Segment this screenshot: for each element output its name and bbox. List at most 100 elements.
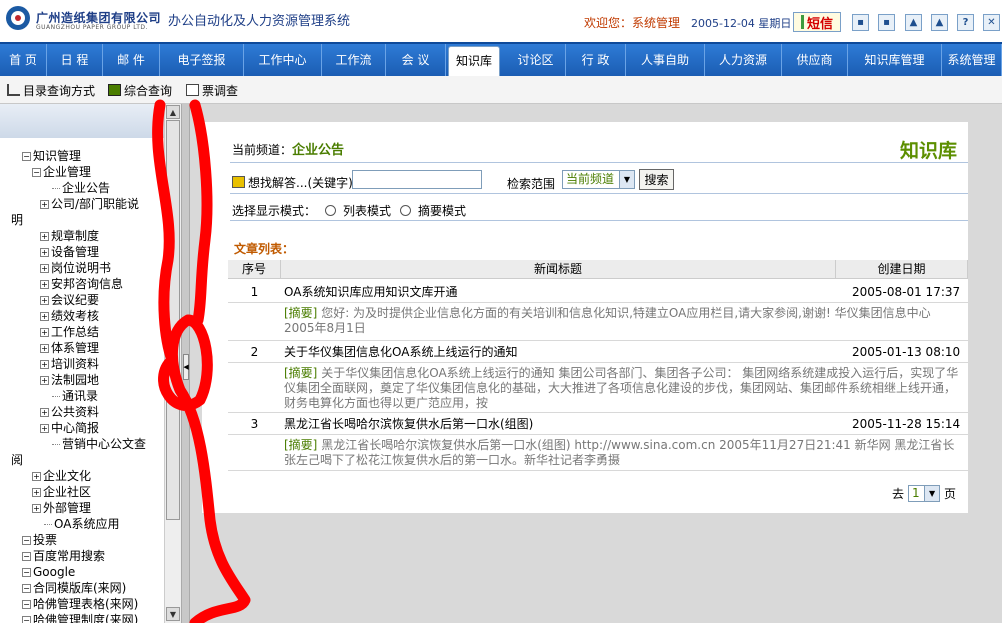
- nav-tab-5[interactable]: 工作流: [322, 44, 386, 76]
- scroll-thumb[interactable]: [166, 120, 180, 520]
- help-icon[interactable]: ?: [957, 14, 974, 31]
- tree-item[interactable]: − 投票: [22, 532, 57, 548]
- collapse-icon[interactable]: −: [22, 583, 31, 593]
- tree-item[interactable]: + 规章制度: [40, 228, 99, 244]
- tree-item[interactable]: 阅: [11, 452, 23, 468]
- summary-text: 黑龙江省长喝哈尔滨恢复供水后第一口水(组图) http://www.sina.c…: [284, 438, 955, 467]
- expand-icon[interactable]: +: [40, 423, 49, 433]
- expand-icon[interactable]: +: [40, 343, 49, 353]
- tree-item[interactable]: + 设备管理: [40, 244, 99, 260]
- close-icon[interactable]: ✕: [983, 14, 1000, 31]
- tree-item[interactable]: − 知识管理: [22, 148, 81, 164]
- tree-item[interactable]: + 中心简报: [40, 420, 99, 436]
- collapse-icon[interactable]: −: [22, 151, 31, 161]
- expand-icon[interactable]: +: [40, 199, 49, 209]
- combined-query-button[interactable]: 综合查询: [108, 81, 172, 99]
- tree-item[interactable]: − 哈佛管理表格(来网): [22, 596, 138, 612]
- tree-item[interactable]: − 合同模版库(来网): [22, 580, 126, 596]
- tree-item[interactable]: + 公司/部门职能说: [40, 196, 139, 212]
- nav-tab-1[interactable]: 日 程: [47, 44, 103, 76]
- directory-query-button[interactable]: 目录查询方式: [7, 81, 95, 99]
- article-title-link[interactable]: 关于华仪集团信息化OA系统上线运行的通知: [284, 343, 834, 361]
- article-title-link[interactable]: 黑龙江省长喝哈尔滨恢复供水后第一口水(组图): [284, 415, 834, 433]
- expand-icon[interactable]: +: [40, 231, 49, 241]
- collapse-icon[interactable]: −: [22, 599, 31, 609]
- tree-item[interactable]: + 岗位说明书: [40, 260, 111, 276]
- scroll-up-icon[interactable]: ▲: [166, 105, 180, 119]
- chevron-down-icon[interactable]: ▼: [924, 486, 940, 501]
- nav-tab-12[interactable]: 供应商: [782, 44, 848, 76]
- survey-button[interactable]: 票调查: [186, 81, 238, 99]
- expand-icon[interactable]: +: [40, 311, 49, 321]
- scope-select[interactable]: 当前频道 ▼: [562, 170, 635, 189]
- tree-item[interactable]: 通讯录: [52, 388, 98, 404]
- nav-tab-7[interactable]: 知识库: [448, 46, 500, 76]
- tree-item[interactable]: − 哈佛管理制度(来网): [22, 612, 138, 623]
- expand-icon[interactable]: +: [40, 263, 49, 273]
- collapse-icon[interactable]: −: [32, 167, 41, 177]
- nav-tab-11[interactable]: 人力资源: [705, 44, 782, 76]
- user-icon[interactable]: ▲: [931, 14, 948, 31]
- search-input[interactable]: [352, 170, 482, 189]
- nav-tab-0[interactable]: 首 页: [0, 44, 47, 76]
- nav-tab-2[interactable]: 邮 件: [103, 44, 160, 76]
- tree-item[interactable]: + 法制园地: [40, 372, 99, 388]
- article-title-link[interactable]: OA系统知识库应用知识文库开通: [284, 283, 834, 301]
- expand-icon[interactable]: +: [40, 279, 49, 289]
- tree-item[interactable]: − 百度常用搜索: [22, 548, 105, 564]
- nav-tab-14[interactable]: 系统管理: [942, 44, 1002, 76]
- page-select[interactable]: 1 ▼: [908, 485, 941, 502]
- nav-tab-13[interactable]: 知识库管理: [848, 44, 942, 76]
- tree-item[interactable]: 明: [11, 212, 23, 228]
- nav-tab-3[interactable]: 电子签报: [160, 44, 244, 76]
- tree-item[interactable]: + 公共资料: [40, 404, 99, 420]
- search-button[interactable]: 搜索: [639, 169, 674, 190]
- search-row: 想找解答...(关键字): [232, 172, 353, 192]
- collapse-icon[interactable]: −: [22, 551, 31, 561]
- nav-tab-10[interactable]: 人事自助: [626, 44, 705, 76]
- list-mode-radio[interactable]: [325, 205, 337, 216]
- expand-icon[interactable]: +: [40, 327, 49, 337]
- tree-item[interactable]: + 会议纪要: [40, 292, 99, 308]
- tree-item[interactable]: + 企业社区: [32, 484, 91, 500]
- expand-icon[interactable]: +: [32, 471, 41, 481]
- collapse-icon[interactable]: −: [22, 615, 31, 623]
- sidebar-scrollbar[interactable]: ▲ ▼: [164, 104, 181, 623]
- expand-icon[interactable]: +: [40, 359, 49, 369]
- collapse-icon[interactable]: −: [22, 567, 31, 577]
- panel-splitter[interactable]: ◀: [181, 104, 190, 623]
- tree-item[interactable]: + 绩效考核: [40, 308, 99, 324]
- lock-icon[interactable]: ▪: [852, 14, 869, 31]
- nav-tab-8[interactable]: 讨论区: [506, 44, 566, 76]
- user-icon[interactable]: ▲: [905, 14, 922, 31]
- nav-tab-4[interactable]: 工作中心: [244, 44, 322, 76]
- expand-icon[interactable]: +: [40, 295, 49, 305]
- lock-icon[interactable]: ▪: [878, 14, 895, 31]
- expand-icon[interactable]: +: [32, 487, 41, 497]
- tree-item[interactable]: OA系统应用: [44, 516, 119, 532]
- collapse-icon[interactable]: −: [22, 535, 31, 545]
- expand-icon[interactable]: +: [40, 407, 49, 417]
- tree-item[interactable]: + 工作总结: [40, 324, 99, 340]
- chevron-down-icon[interactable]: ▼: [619, 171, 634, 188]
- tree-item[interactable]: − 企业管理: [32, 164, 91, 180]
- tree-item[interactable]: 营销中心公文查: [52, 436, 146, 452]
- expand-icon[interactable]: +: [40, 375, 49, 385]
- tree-item[interactable]: 企业公告: [52, 180, 110, 196]
- tree-item-label: 绩效考核: [51, 309, 100, 323]
- expand-icon[interactable]: +: [32, 503, 41, 513]
- collapse-arrow-icon[interactable]: ◀: [183, 354, 189, 380]
- summary-mode-radio[interactable]: [400, 205, 412, 216]
- message-button[interactable]: 短信: [793, 12, 841, 32]
- scroll-down-icon[interactable]: ▼: [166, 607, 180, 621]
- nav-tab-6[interactable]: 会 议: [386, 44, 446, 76]
- tree-item[interactable]: + 外部管理: [32, 500, 91, 516]
- tree-item[interactable]: + 安邦咨询信息: [40, 276, 123, 292]
- expand-icon[interactable]: +: [40, 247, 49, 257]
- tree-item[interactable]: + 体系管理: [40, 340, 99, 356]
- tree-item[interactable]: + 企业文化: [32, 468, 91, 484]
- tree-item[interactable]: − Google: [22, 564, 75, 580]
- tree-item[interactable]: + 培训资料: [40, 356, 99, 372]
- nav-tab-9[interactable]: 行 政: [566, 44, 626, 76]
- tree-item-label: OA系统应用: [54, 517, 120, 531]
